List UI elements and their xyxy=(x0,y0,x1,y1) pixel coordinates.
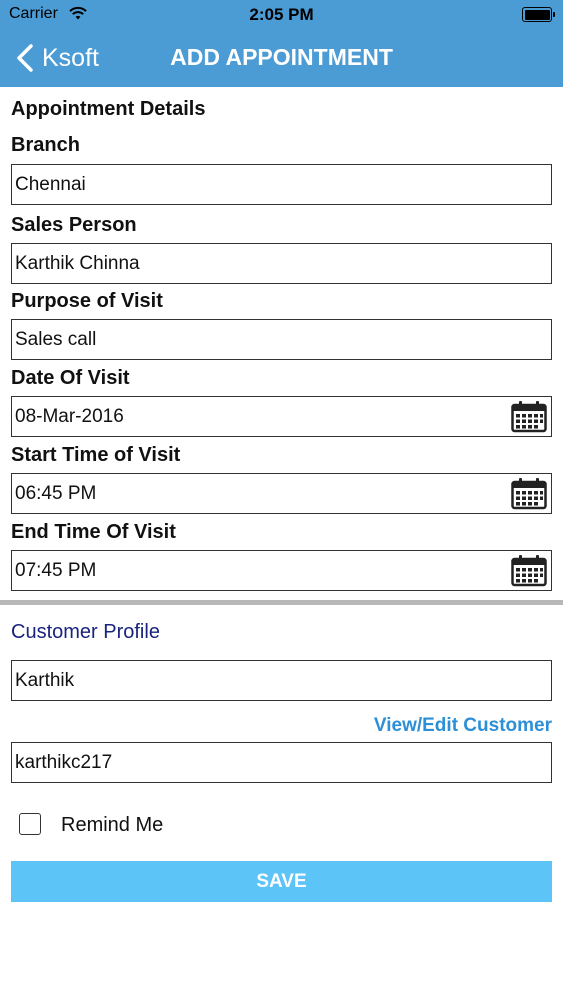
battery-icon xyxy=(522,7,552,22)
start-time-field[interactable] xyxy=(11,473,552,514)
calendar-icon[interactable] xyxy=(511,477,547,510)
customer-id-field[interactable] xyxy=(11,742,552,783)
branch-field[interactable] xyxy=(11,164,552,205)
start-time-input[interactable] xyxy=(12,474,551,513)
branch-input[interactable] xyxy=(12,165,551,204)
section-title-appointment-details: Appointment Details xyxy=(11,98,206,120)
remind-me-label: Remind Me xyxy=(61,814,164,836)
purpose-input[interactable] xyxy=(12,320,551,359)
navigation-bar: Ksoft ADD APPOINTMENT xyxy=(0,30,563,87)
date-field[interactable] xyxy=(11,396,552,437)
status-time: 2:05 PM xyxy=(249,5,314,24)
section-title-customer-profile: Customer Profile xyxy=(11,621,160,643)
calendar-icon[interactable] xyxy=(511,400,547,433)
customer-name-input[interactable] xyxy=(12,661,551,700)
end-time-input[interactable] xyxy=(12,551,551,590)
purpose-label: Purpose of Visit xyxy=(11,290,163,312)
sales-person-input[interactable] xyxy=(12,244,551,283)
calendar-icon[interactable] xyxy=(511,554,547,587)
end-time-field[interactable] xyxy=(11,550,552,591)
purpose-field[interactable] xyxy=(11,319,552,360)
branch-label: Branch xyxy=(11,134,80,156)
end-time-label: End Time Of Visit xyxy=(11,521,176,543)
section-divider xyxy=(0,600,563,605)
customer-id-input[interactable] xyxy=(12,743,551,782)
page-title: ADD APPOINTMENT xyxy=(170,44,393,70)
view-edit-customer-link[interactable]: View/Edit Customer xyxy=(374,715,552,737)
status-bar: Carrier 2:05 PM xyxy=(0,0,563,30)
customer-name-field[interactable] xyxy=(11,660,552,701)
date-label: Date Of Visit xyxy=(11,367,130,389)
remind-me-checkbox[interactable] xyxy=(19,813,41,835)
sales-person-field[interactable] xyxy=(11,243,552,284)
save-button[interactable]: SAVE xyxy=(11,861,552,902)
start-time-label: Start Time of Visit xyxy=(11,444,181,466)
battery-tip xyxy=(553,12,555,17)
date-input[interactable] xyxy=(12,397,551,436)
sales-person-label: Sales Person xyxy=(11,214,137,236)
